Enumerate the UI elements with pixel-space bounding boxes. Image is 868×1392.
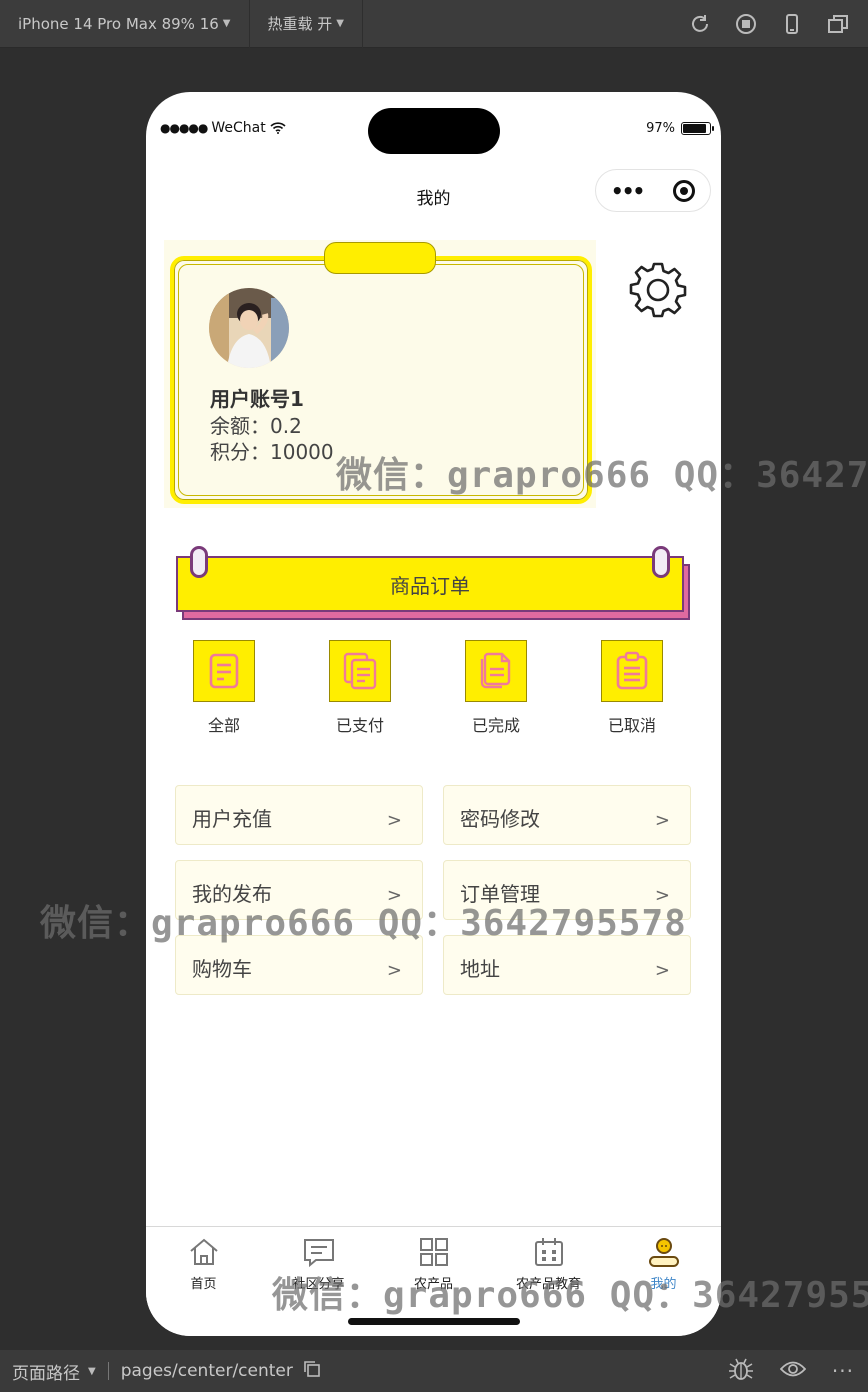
status-carrier: ●●●●● WeChat	[160, 120, 286, 136]
username: 用户账号1	[210, 387, 304, 411]
profile-tab-decoration	[324, 242, 436, 274]
copy-document-icon	[329, 640, 391, 702]
tab-mine[interactable]: 我的	[606, 1235, 721, 1292]
orders-banner[interactable]: 商品订单	[176, 546, 690, 620]
menu-address-label: 地址	[460, 957, 500, 981]
files-icon	[465, 640, 527, 702]
detach-window-icon[interactable]	[826, 12, 850, 36]
stop-icon[interactable]	[734, 12, 758, 36]
menu-cart[interactable]: 购物车 >	[175, 935, 423, 995]
tab-community-label: 社区分享	[292, 1277, 345, 1292]
devtools-toolbar: iPhone 14 Pro Max 89% 16 ▼ 热重载 开 ▼	[0, 0, 868, 48]
order-completed-label: 已完成	[471, 716, 520, 735]
wifi-icon	[270, 122, 286, 134]
miniprogram-capsule: •••	[595, 169, 711, 212]
hot-reload-label: 热重载 开	[267, 15, 333, 33]
eye-icon[interactable]	[779, 1360, 807, 1383]
device-label: iPhone 14 Pro Max 89% 16	[18, 14, 219, 33]
path-label[interactable]: 页面路径	[12, 1359, 80, 1384]
menu-my-posts[interactable]: 我的发布 >	[175, 860, 423, 920]
refresh-icon[interactable]	[688, 12, 712, 36]
chevron-down-icon: ▼	[336, 18, 344, 29]
home-indicator	[348, 1318, 520, 1325]
battery-percent: 97%	[646, 121, 675, 136]
chevron-right-icon: >	[386, 885, 402, 906]
signal-icon: ●●●●●	[160, 121, 208, 135]
phone-icon[interactable]	[780, 12, 804, 36]
device-selector[interactable]: iPhone 14 Pro Max 89% 16 ▼	[0, 0, 250, 48]
page-path: pages/center/center	[120, 1361, 293, 1381]
points-text: 积分：10000	[210, 440, 334, 464]
dynamic-island	[368, 108, 500, 154]
tab-home[interactable]: 首页	[146, 1235, 261, 1292]
menu-change-password-label: 密码修改	[460, 807, 540, 831]
chevron-right-icon: >	[654, 810, 670, 831]
chevron-right-icon: >	[386, 960, 402, 981]
clipboard-icon	[601, 640, 663, 702]
binder-ring-left	[190, 546, 208, 578]
copy-icon[interactable]	[303, 1360, 321, 1383]
menu-my-posts-label: 我的发布	[192, 882, 272, 906]
close-miniprogram-icon[interactable]	[673, 179, 696, 202]
order-all[interactable]: 全部	[174, 640, 274, 736]
balance-text: 余额：0.2	[210, 414, 302, 438]
divider	[107, 1362, 109, 1380]
status-battery: 97%	[646, 121, 714, 136]
tab-products[interactable]: 农产品	[376, 1235, 491, 1292]
tab-products-label: 农产品	[413, 1277, 453, 1292]
menu-order-management-label: 订单管理	[460, 882, 540, 906]
order-cancelled-label: 已取消	[607, 716, 656, 735]
chevron-right-icon: >	[386, 810, 402, 831]
chevron-right-icon: >	[654, 960, 670, 981]
carrier-label: WeChat	[211, 120, 266, 136]
order-paid[interactable]: 已支付	[310, 640, 410, 736]
devtools-statusbar: 页面路径 ▼ pages/center/center ···	[0, 1350, 868, 1392]
order-cancelled[interactable]: 已取消	[582, 640, 682, 736]
chevron-down-icon[interactable]: ▼	[88, 1366, 96, 1377]
home-icon	[146, 1235, 261, 1269]
order-all-label: 全部	[207, 716, 240, 735]
tab-community[interactable]: 社区分享	[261, 1235, 376, 1292]
more-icon[interactable]: ···	[832, 1359, 854, 1383]
chevron-right-icon: >	[654, 885, 670, 906]
tab-education[interactable]: 农产品教育	[491, 1235, 606, 1292]
profile-card: 用户账号1 余额：0.2 积分：10000	[164, 240, 596, 508]
battery-icon	[681, 122, 714, 135]
grid-icon	[376, 1235, 491, 1269]
menu-recharge-label: 用户充值	[192, 807, 272, 831]
menu-order-management[interactable]: 订单管理 >	[443, 860, 691, 920]
tab-education-label: 农产品教育	[515, 1277, 581, 1292]
hot-reload-toggle[interactable]: 热重载 开 ▼	[250, 0, 363, 48]
chat-icon	[261, 1235, 376, 1269]
avatar[interactable]	[209, 288, 289, 368]
menu-change-password[interactable]: 密码修改 >	[443, 785, 691, 845]
menu-address[interactable]: 地址 >	[443, 935, 691, 995]
settings-gear-icon[interactable]	[628, 260, 688, 320]
order-paid-label: 已支付	[335, 716, 384, 735]
menu-cart-label: 购物车	[192, 957, 252, 981]
phone-screen: ●●●●● WeChat 97% 我的 ••• 用户账号1 余额：0.2 积分：…	[146, 92, 721, 1336]
menu-recharge[interactable]: 用户充值 >	[175, 785, 423, 845]
more-icon[interactable]: •••	[611, 179, 645, 203]
user-icon	[606, 1235, 721, 1269]
chevron-down-icon: ▼	[222, 18, 231, 29]
tab-home-label: 首页	[190, 1277, 217, 1292]
bug-icon[interactable]	[728, 1357, 754, 1386]
orders-title: 商品订单	[176, 556, 684, 612]
calendar-icon	[491, 1235, 606, 1269]
tab-mine-label: 我的	[650, 1277, 677, 1292]
document-icon	[193, 640, 255, 702]
order-completed[interactable]: 已完成	[446, 640, 546, 736]
binder-ring-right	[652, 546, 670, 578]
